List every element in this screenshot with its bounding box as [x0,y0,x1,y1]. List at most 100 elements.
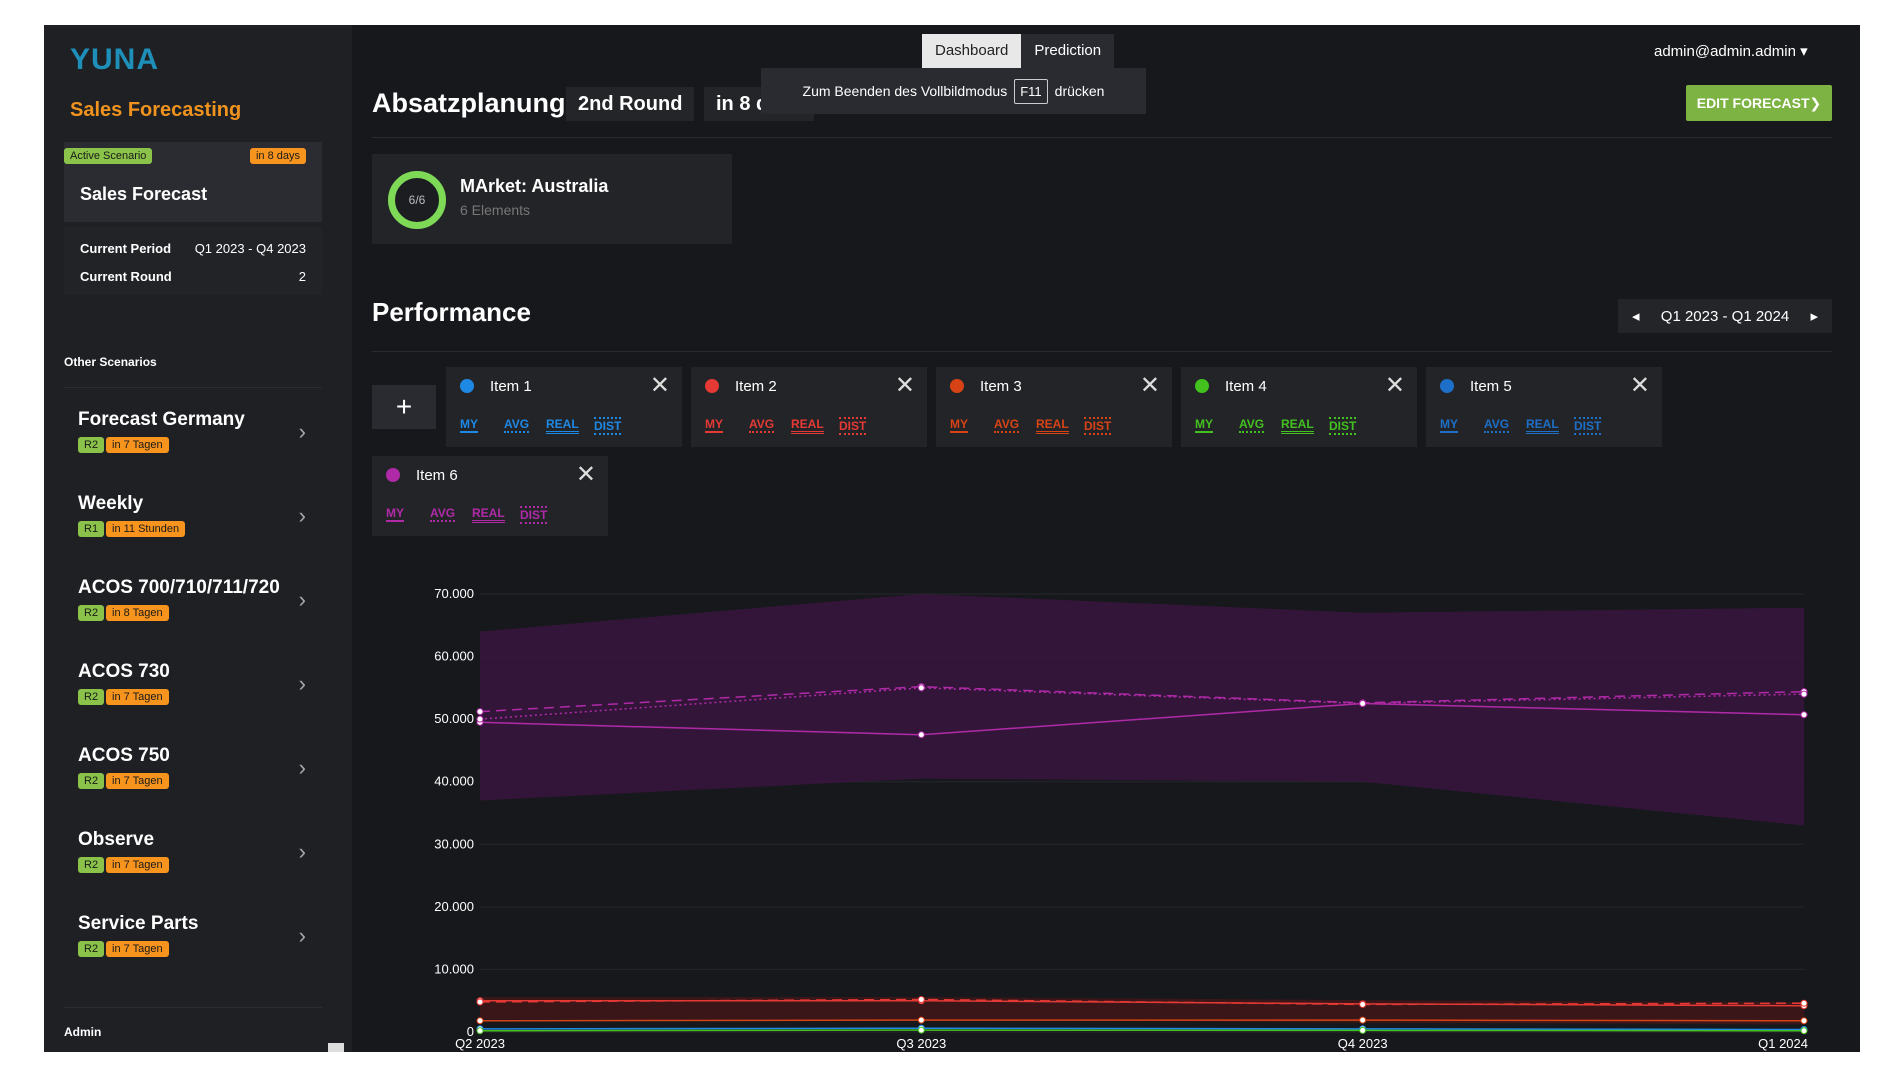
toggle-avg[interactable]: AVG [994,417,1020,433]
round-badge: R2 [78,689,105,705]
due-badge: in 7 Tagen [106,437,169,453]
close-icon[interactable]: ✕ [1140,371,1160,400]
scrollbar[interactable] [328,1043,344,1052]
y-tick-label: 50.000 [434,711,474,726]
scenario-name: ACOS 750 [78,745,170,766]
chevron-right-icon: › [298,671,306,696]
toggle-real[interactable]: REAL [472,506,505,523]
data-point [917,684,925,692]
data-point [1359,700,1367,707]
toggle-my[interactable]: MY [950,417,968,433]
round-badge: R2 [78,941,105,957]
x-tick-label: Q3 2023 [896,1036,946,1051]
scenario-item[interactable]: Forecast Germany R2 in 7 Tagen › [64,409,322,481]
close-icon[interactable]: ✕ [895,371,915,400]
toggle-real[interactable]: REAL [546,417,579,434]
toggle-my[interactable]: MY [386,506,404,522]
color-dot-icon [386,468,400,482]
y-tick-label: 30.000 [434,836,474,851]
item-chip[interactable]: Item 3 ✕ MY AVG REAL DIST [936,367,1172,447]
range-selector: ◂ Q1 2023 - Q1 2024 ▸ [1618,299,1832,333]
toggle-avg[interactable]: AVG [504,417,530,433]
data-point [476,708,484,716]
data-point [1800,690,1808,698]
add-item-button[interactable]: + [372,385,436,429]
toggle-dist[interactable]: DIST [1574,417,1602,435]
toggle-avg[interactable]: AVG [1484,417,1510,433]
toggle-real[interactable]: REAL [1526,417,1559,434]
caret-right-icon[interactable]: ▸ [1810,307,1818,325]
toggle-real[interactable]: REAL [1281,417,1314,434]
chevron-right-icon: › [298,587,306,612]
close-icon[interactable]: ✕ [1630,371,1650,400]
toggle-my[interactable]: MY [705,417,723,433]
scenario-item[interactable]: Weekly R1 in 11 Stunden › [64,493,322,565]
toggle-my[interactable]: MY [1440,417,1458,433]
x-tick-label: Q1 2024 [1758,1036,1808,1051]
data-point [917,995,925,1003]
item-chip[interactable]: Item 6 ✕ MY AVG REAL DIST [372,456,608,536]
close-icon[interactable]: ✕ [1385,371,1405,400]
scenario-info: Current Period Q1 2023 - Q4 2023 Current… [64,227,322,295]
scenario-name: ACOS 730 [78,661,170,682]
data-point [917,1026,925,1034]
edit-forecast-button[interactable]: EDIT FORECAST❯ [1686,85,1832,121]
color-dot-icon [1440,379,1454,393]
close-icon[interactable]: ✕ [576,460,596,489]
item-chip[interactable]: Item 5 ✕ MY AVG REAL DIST [1426,367,1662,447]
toggle-dist[interactable]: DIST [1329,417,1357,435]
series-line [479,1027,1805,1031]
divider [372,351,1832,352]
due-badge: in 7 Tagen [106,773,169,789]
toggle-dist[interactable]: DIST [839,417,867,435]
period-value: Q1 2023 - Q4 2023 [194,241,306,256]
market-card[interactable]: 6/6 MArket: Australia 6 Elements [372,154,732,244]
toggle-real[interactable]: REAL [1036,417,1069,434]
scenario-item[interactable]: Observe R2 in 7 Tagen › [64,829,322,901]
item-name: Item 4 [1225,378,1267,395]
user-menu[interactable]: admin@admin.admin ▾ [1654,42,1808,60]
scenario-item[interactable]: ACOS 750 R2 in 7 Tagen › [64,745,322,817]
data-point [917,731,925,739]
toggle-avg[interactable]: AVG [1239,417,1265,433]
toggle-my[interactable]: MY [1195,417,1213,433]
y-tick-label: 70.000 [434,586,474,601]
data-point [1800,1027,1808,1035]
tab-dashboard[interactable]: Dashboard [922,34,1022,68]
scenario-item[interactable]: Service Parts R2 in 7 Tagen › [64,913,322,985]
chevron-right-icon: › [298,923,306,948]
due-badge: in 8 days [249,148,306,164]
scenario-item[interactable]: ACOS 700/710/711/720 R2 in 8 Tagen › [64,577,322,649]
caret-left-icon[interactable]: ◂ [1632,307,1640,325]
color-dot-icon [705,379,719,393]
item-name: Item 5 [1470,378,1512,395]
item-chip[interactable]: Item 4 ✕ MY AVG REAL DIST [1181,367,1417,447]
toggle-avg[interactable]: AVG [430,506,456,522]
data-point [1800,1017,1808,1025]
round-value: 2 [298,269,306,284]
active-scenario-card[interactable]: Active Scenario in 8 days Sales Forecast [64,142,322,222]
color-dot-icon [460,379,474,393]
data-point [917,1016,925,1024]
item-name: Item 1 [490,378,532,395]
toggle-dist[interactable]: DIST [520,506,548,524]
scenario-item[interactable]: ACOS 730 R2 in 7 Tagen › [64,661,322,733]
toggle-avg[interactable]: AVG [749,417,775,433]
toggle-real[interactable]: REAL [791,417,824,434]
close-icon[interactable]: ✕ [650,371,670,400]
round-badge: R2 [78,773,105,789]
data-point [1359,1016,1367,1024]
app-window: YUNA Sales Forecasting Active Scenario i… [44,25,1860,1052]
page-title: Absatzplanung [372,88,566,118]
item-chip[interactable]: Item 1 ✕ MY AVG REAL DIST [446,367,682,447]
toggle-dist[interactable]: DIST [594,417,622,435]
brand-logo[interactable]: YUNA [70,43,159,77]
chevron-right-icon: › [298,755,306,780]
market-subtitle: 6 Elements [460,202,531,218]
toggle-my[interactable]: MY [460,417,478,433]
tab-prediction[interactable]: Prediction [1021,34,1115,68]
toggle-dist[interactable]: DIST [1084,417,1112,435]
round-badge: R2 [78,605,105,621]
data-point [1800,999,1808,1007]
item-chip[interactable]: Item 2 ✕ MY AVG REAL DIST [691,367,927,447]
